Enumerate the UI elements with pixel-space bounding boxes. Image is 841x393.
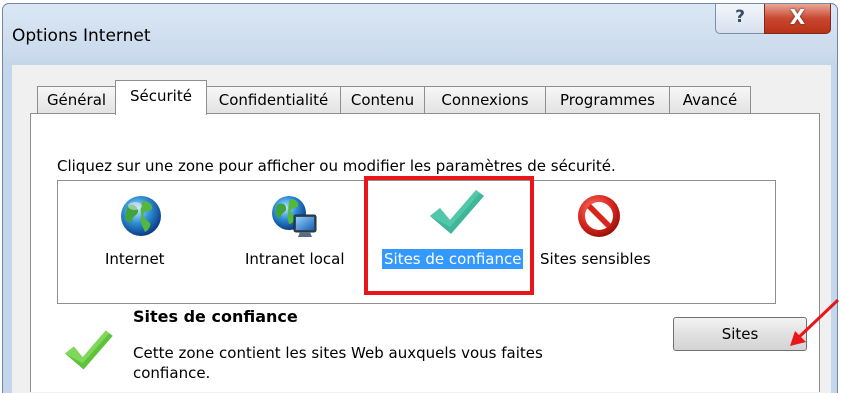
tab-contenu[interactable]: Contenu: [340, 86, 425, 114]
help-icon: ?: [735, 7, 745, 27]
tab-programmes[interactable]: Programmes: [545, 86, 670, 114]
title-bar[interactable]: Options Internet ? X: [3, 4, 837, 66]
tab-confidentialite[interactable]: Confidentialité: [206, 86, 341, 114]
zone-internet[interactable]: Internet: [96, 181, 186, 301]
zone-sites-sensibles[interactable]: Sites sensibles: [538, 181, 668, 301]
globe-icon: [119, 193, 163, 243]
help-button[interactable]: ?: [715, 4, 765, 34]
selected-zone-description: Cette zone contient les sites Web auxque…: [133, 344, 543, 382]
zone-label-sites-sensibles: Sites sensibles: [540, 250, 651, 268]
tab-avance[interactable]: Avancé: [669, 86, 751, 114]
window-title: Options Internet: [12, 26, 151, 46]
zone-label-intranet-local: Intranet local: [245, 250, 345, 268]
zone-instruction: Cliquez sur une zone pour afficher ou mo…: [57, 157, 616, 175]
tab-connexions[interactable]: Connexions: [424, 86, 546, 114]
close-button[interactable]: X: [764, 4, 831, 34]
intranet-globe-icon: [270, 193, 320, 245]
checkmark-icon: [60, 327, 116, 377]
highlight-annotation-box: [364, 176, 534, 295]
close-icon: X: [789, 5, 806, 29]
prohibited-icon: [576, 193, 622, 243]
selected-zone-title: Sites de confiance: [133, 307, 298, 326]
tab-securite[interactable]: Sécurité: [115, 80, 207, 115]
tab-general[interactable]: Général: [37, 86, 116, 114]
zone-label-internet: Internet: [105, 250, 165, 268]
sites-button[interactable]: Sites: [673, 317, 807, 351]
zone-intranet-local[interactable]: Intranet local: [236, 181, 356, 301]
